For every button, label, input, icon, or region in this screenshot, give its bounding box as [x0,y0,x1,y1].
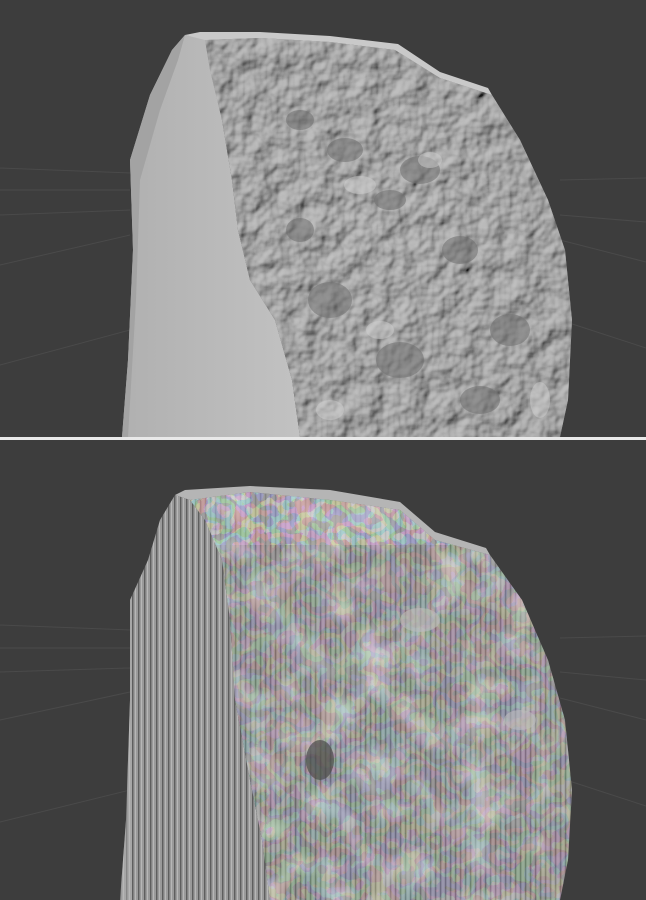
viewport-top-canvas[interactable] [0,0,646,437]
viewport-top[interactable] [0,0,646,437]
viewport-bottom[interactable] [0,440,646,900]
rock-mesh-smooth[interactable] [122,30,580,437]
viewport-bottom-canvas[interactable] [0,440,646,900]
rock-mesh-layered[interactable] [110,485,580,900]
